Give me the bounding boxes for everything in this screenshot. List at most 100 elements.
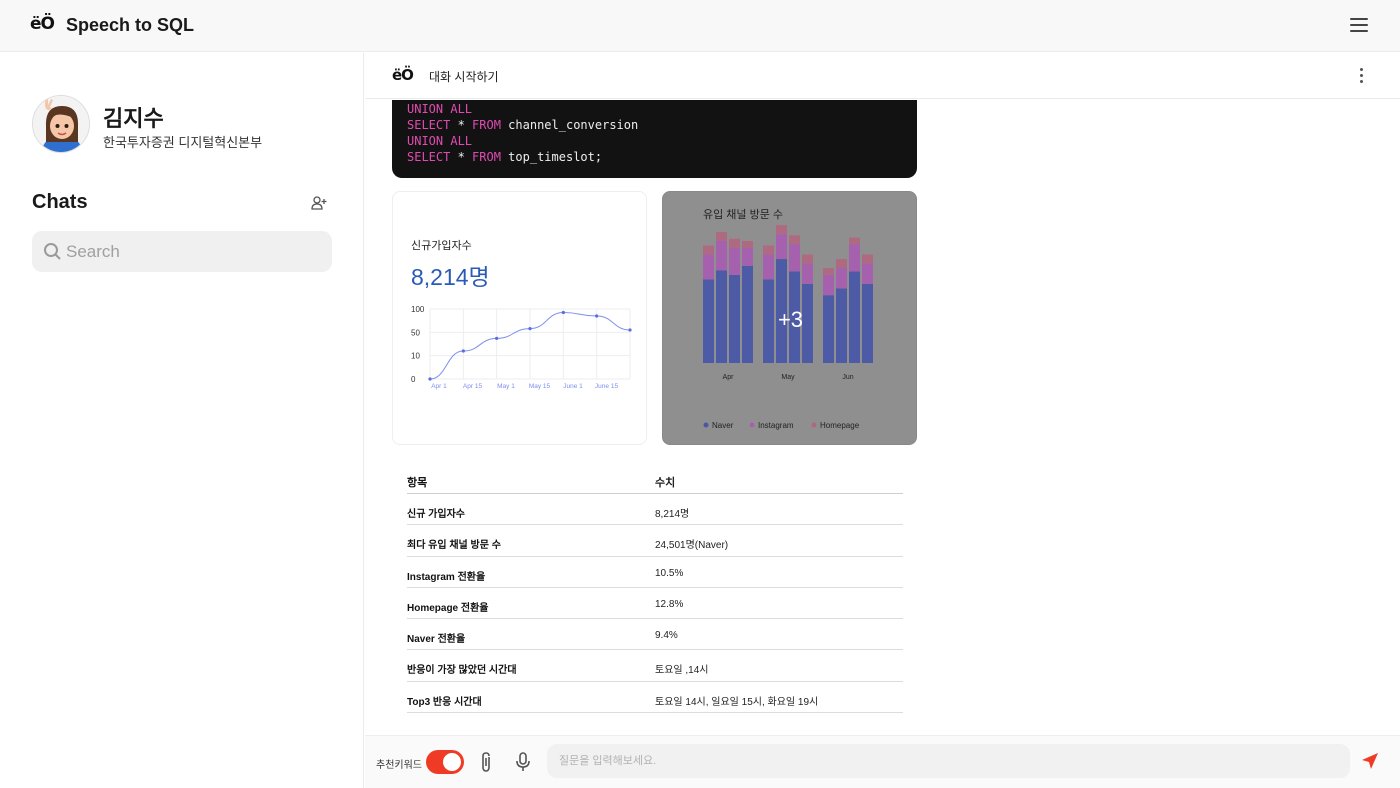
x-group-label: May — [781, 374, 795, 381]
bar-segment-homepage — [802, 254, 813, 264]
app-logo[interactable]: ëÖ — [30, 14, 55, 34]
keyword-toggle-label: 추천키워드 — [376, 760, 422, 771]
send-icon[interactable] — [1361, 752, 1379, 770]
signup-card[interactable]: 신규가입자수 8,214명 100 50 10 0 Apr 1 Apr 15 May 1 Ma… — [392, 191, 647, 445]
table-row: 신규 가입자수 8,214명 — [407, 494, 903, 526]
table-cell-item: 반응이 가장 많았던 시간대 — [407, 665, 517, 677]
chat-header-label: 대화 시작하기 — [429, 70, 499, 84]
code-text: channel_conversion — [500, 118, 639, 132]
table-cell-value: 24,501명(Naver) — [655, 540, 729, 552]
legend-marker — [811, 422, 817, 428]
bar-segment-homepage — [823, 268, 834, 275]
hamburger-menu-icon[interactable] — [1350, 18, 1368, 32]
x-group-label: Apr — [723, 374, 735, 381]
chat-panel: ëÖ 대화 시작하기 UNION ALL SELECT * FROM channe… — [365, 53, 1400, 788]
table-cell-item: Instagram 전환율 — [407, 571, 486, 583]
code-keyword: SELECT — [407, 150, 451, 164]
code-line: SELECT * FROM top_timeslot; — [407, 149, 902, 165]
code-line: UNION ALL — [407, 133, 902, 149]
table-cell-item: Naver 전환율 — [407, 634, 466, 646]
table-row: Naver 전환율 9.4% — [407, 619, 903, 651]
y-tick-label: 0 — [411, 375, 416, 384]
data-point — [528, 327, 532, 331]
bar-segment-homepage — [789, 235, 800, 245]
more-options-icon[interactable] — [1360, 68, 1364, 84]
microphone-icon[interactable] — [515, 751, 531, 773]
search-icon — [44, 243, 61, 260]
user-name: 김지수 — [103, 106, 164, 131]
code-text: * — [450, 150, 473, 164]
x-tick-label: Apr 15 — [463, 383, 483, 390]
y-tick-label: 50 — [411, 328, 420, 337]
legend-label: Naver — [712, 421, 734, 430]
table-cell-value: 토요일 14시, 일요일 15시, 화요일 19시 — [655, 696, 819, 708]
sql-code-block: UNION ALL SELECT * FROM channel_conversio… — [392, 100, 917, 178]
signup-line-chart: 10050100Apr 1 Apr 15 May 1 May 15 June 1 June… — [411, 305, 632, 390]
table-row: Instagram 전환율 10.5% — [407, 557, 903, 588]
data-point — [495, 336, 499, 340]
x-tick-label: June 15 — [595, 383, 619, 390]
result-table: 항목 수치 신규 가입자수 8,214명 최다 유입 채널 방문 수 24,501명(Na… — [407, 470, 903, 714]
bar-segment-instagram — [789, 244, 800, 272]
bar-segment-instagram — [823, 274, 834, 296]
data-point — [628, 328, 632, 332]
code-keyword: SELECT — [407, 118, 451, 132]
data-point — [561, 310, 565, 315]
data-point — [428, 377, 432, 381]
table-cell-value: 토요일 ,14시 — [655, 665, 709, 677]
code-keyword: FROM — [472, 118, 501, 132]
bar-segment-homepage — [763, 245, 774, 255]
attach-icon[interactable] — [478, 751, 494, 773]
channel-visit-card[interactable]: Apr May Jun Naver Instagram Homepage 유입 채널 방문… — [662, 191, 917, 445]
avatar[interactable] — [32, 95, 90, 153]
sidebar: 김지수 한국투자증권 디지털혁신본부 Chats — [0, 53, 364, 788]
y-tick-label: 10 — [411, 352, 420, 361]
bar-segment-instagram — [836, 268, 847, 289]
table-cell-value: 10.5% — [655, 567, 684, 579]
search-input[interactable] — [66, 231, 321, 272]
table-cell-value: 9.4% — [655, 630, 678, 642]
code-line: SELECT * FROM channel_conversion — [407, 117, 902, 133]
code-text: top_timeslot; — [500, 150, 603, 164]
table-row: Homepage 전환율 12.8% — [407, 588, 903, 620]
table-cell-value: 12.8% — [655, 598, 684, 610]
table-row: 반응이 가장 많았던 시간대 토요일 ,14시 — [407, 650, 903, 682]
bar-segment-homepage — [729, 238, 740, 248]
bar-segment-instagram — [849, 244, 860, 272]
table-cell-item: Homepage 전환율 — [407, 602, 489, 614]
x-group-label: Jun — [842, 374, 853, 381]
bar-segment-homepage — [742, 240, 753, 248]
y-tick-label: 100 — [411, 305, 425, 314]
bar-segment-instagram — [776, 234, 787, 260]
bar-segment-homepage — [836, 259, 847, 269]
bar-segment-instagram — [716, 240, 727, 271]
bar-segment-instagram — [742, 247, 753, 266]
chat-content: UNION ALL SELECT * FROM channel_conversio… — [365, 100, 1400, 735]
x-tick-label: May 1 — [497, 383, 515, 390]
data-point — [461, 349, 465, 353]
table-cell-item: Top3 반응 시간대 — [407, 696, 482, 708]
message-composer: 추천키워드 — [365, 735, 1400, 788]
bar-segment-homepage — [776, 225, 787, 235]
bar-segment-instagram — [802, 263, 813, 284]
code-keyword: FROM — [472, 150, 501, 164]
x-tick-label: May 15 — [529, 383, 551, 390]
bar-segment-instagram — [703, 254, 714, 280]
keyword-toggle[interactable] — [426, 750, 464, 774]
table-header-cell: 수치 — [655, 477, 676, 489]
bar-segment-instagram — [729, 247, 740, 275]
table-cell-item: 신규 가입자수 — [407, 509, 465, 520]
app-title: Speech to SQL — [66, 15, 195, 35]
bar-segment-homepage — [716, 231, 727, 241]
user-organization: 한국투자증권 디지털혁신본부 — [103, 135, 263, 150]
more-charts-overlay[interactable]: +3 — [663, 307, 918, 333]
legend-marker — [703, 422, 709, 428]
table-row: Top3 반응 시간대 토요일 14시, 일요일 15시, 화요일 19시 — [407, 682, 903, 714]
add-user-icon[interactable] — [310, 194, 328, 212]
message-input[interactable] — [547, 744, 1350, 778]
code-text: * — [450, 118, 473, 132]
search-box — [32, 231, 332, 272]
chats-title: Chats — [32, 191, 88, 213]
legend-label: Homepage — [820, 421, 860, 430]
table-cell-item: 최다 유입 채널 방문 수 — [407, 540, 501, 552]
